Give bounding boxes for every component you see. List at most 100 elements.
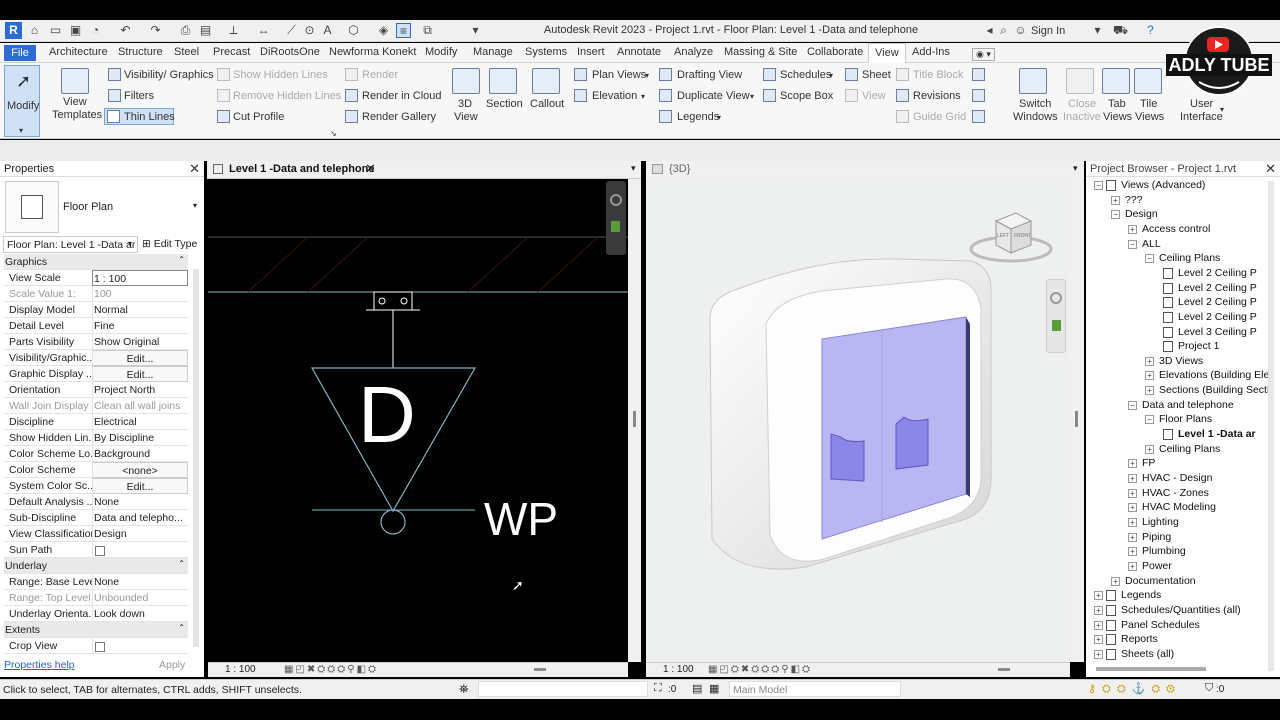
expand-node-icon[interactable]: +	[1145, 444, 1154, 454]
property-edit-button[interactable]: Edit...	[92, 350, 188, 366]
expand-node-icon[interactable]: +	[1094, 591, 1103, 601]
3d-view-ribbon-icon[interactable]	[452, 68, 480, 94]
browser-view-item[interactable]: Level 1 -Data ar	[1178, 428, 1256, 440]
view1-tab-close-icon[interactable]: ✕	[365, 161, 376, 177]
expand-node-icon[interactable]: +	[1128, 503, 1137, 513]
switch-windows-icon[interactable]	[1019, 68, 1047, 94]
view-templates-icon[interactable]	[61, 68, 89, 94]
property-value[interactable]: Fine	[92, 318, 188, 334]
view2-control-icons[interactable]: ▦◰⛭✖⛭⛭⛭⚲◧⛭	[708, 664, 812, 675]
browser-tree-node[interactable]: Documentation	[1125, 575, 1196, 587]
property-value[interactable]: 1 : 100	[92, 270, 188, 286]
collapse-node-icon[interactable]: −	[1128, 400, 1137, 410]
worksets-icon[interactable]: ⛯	[459, 682, 469, 697]
help-icon[interactable]: ?	[1143, 23, 1158, 38]
property-value[interactable]: By Discipline	[92, 430, 188, 446]
tab-insert[interactable]: Insert	[577, 46, 605, 58]
property-section-header[interactable]: Underlay ⌃	[4, 558, 188, 574]
browser-tree-node[interactable]: ???	[1125, 194, 1143, 206]
cart-icon[interactable]: ⛟	[1113, 23, 1128, 38]
tab-newforma-konekt[interactable]: Newforma Konekt	[329, 46, 416, 58]
expand-node-icon[interactable]: +	[1094, 635, 1103, 645]
collapse-node-icon[interactable]: −	[1111, 210, 1120, 220]
matchline-icon[interactable]	[972, 68, 985, 81]
account-dropdown-icon[interactable]: ▾	[1090, 23, 1105, 38]
instance-selector[interactable]: Floor Plan: Level 1 -Data ar	[3, 236, 138, 253]
property-checkbox[interactable]	[92, 638, 188, 654]
property-value[interactable]: Background	[92, 446, 188, 462]
tab-dirootsone[interactable]: DiRootsOne	[260, 46, 320, 58]
tab-file[interactable]: File	[4, 45, 36, 61]
plan-views-button[interactable]: Plan Views	[592, 69, 646, 82]
title-block-button[interactable]: Title Block	[913, 69, 963, 82]
property-value[interactable]: Electrical	[92, 414, 188, 430]
expand-node-icon[interactable]: +	[1094, 620, 1103, 630]
expand-node-icon[interactable]: +	[1145, 371, 1154, 381]
sheet-button[interactable]: Sheet	[862, 69, 891, 82]
view2-tab-label[interactable]: {3D}	[669, 163, 690, 175]
view1-h-scrollbar[interactable]	[534, 668, 546, 671]
collapse-node-icon[interactable]: −	[1094, 181, 1103, 190]
property-value[interactable]: None	[92, 494, 188, 510]
project-browser-h-scrollbar[interactable]	[1096, 667, 1206, 671]
expand-node-icon[interactable]: +	[1094, 649, 1103, 659]
browser-view-item[interactable]: Level 2 Ceiling P	[1178, 282, 1257, 294]
tab-manage[interactable]: Manage	[473, 46, 513, 58]
project-browser-scrollbar[interactable]	[1268, 181, 1274, 671]
tab-view[interactable]: View	[868, 43, 906, 63]
render-in-cloud-button[interactable]: Render in Cloud	[362, 90, 442, 103]
view2-zoom-icon[interactable]	[1052, 320, 1061, 331]
visibility-graphics-button[interactable]: Visibility/ Graphics	[124, 69, 214, 82]
sign-in-link[interactable]: Sign In	[1031, 25, 1065, 37]
properties-scrollbar[interactable]	[193, 269, 199, 647]
zoom-icon[interactable]	[611, 221, 620, 232]
property-value[interactable]: Normal	[92, 302, 188, 318]
browser-tree-node[interactable]: Legends	[1121, 589, 1161, 601]
switch-windows-label-2[interactable]: Windows	[1013, 111, 1058, 124]
browser-tree-node[interactable]: Ceiling Plans	[1159, 252, 1220, 264]
property-section-header[interactable]: Graphics ⌃	[4, 254, 188, 270]
collapse-section-icon[interactable]: ⌃	[178, 255, 185, 264]
thin-lines-button[interactable]: Thin Lines	[104, 108, 175, 125]
browser-tree-node[interactable]: Panel Schedules	[1121, 619, 1200, 631]
browser-tree-node[interactable]: Plumbing	[1142, 545, 1186, 557]
show-hidden-lines-button[interactable]: Show Hidden Lines	[233, 69, 328, 82]
switch-windows-label-1[interactable]: Switch	[1019, 98, 1051, 111]
close-inactive-icon[interactable]	[1066, 68, 1094, 94]
property-section-header[interactable]: Extents ⌃	[4, 622, 188, 638]
3d-view-canvas[interactable]: LEFT FRONT	[646, 179, 1070, 662]
property-checkbox[interactable]	[92, 542, 188, 558]
browser-tree-node[interactable]: HVAC Modeling	[1142, 501, 1216, 513]
browser-tree-node[interactable]: Schedules/Quantities (all)	[1121, 604, 1241, 616]
tab-views-label-2[interactable]: Views	[1103, 111, 1132, 124]
property-value[interactable]: Project North	[92, 382, 188, 398]
property-value[interactable]: Design	[92, 526, 188, 542]
browser-tree-node[interactable]: Sections (Building Secti	[1159, 384, 1269, 396]
expand-node-icon[interactable]: +	[1128, 459, 1137, 469]
browser-view-item[interactable]: Level 2 Ceiling P	[1178, 311, 1257, 323]
ribbon-minimize-icon[interactable]: ◉ ▾	[972, 48, 995, 61]
duplicate-view-dropdown-icon[interactable]: ▾	[750, 90, 754, 103]
checkbox-box[interactable]	[95, 642, 105, 652]
callout-label[interactable]: Callout	[530, 98, 564, 111]
modify-button[interactable]: ➚ Modify ▾	[4, 65, 40, 137]
tag-label[interactable]: WP	[484, 492, 558, 546]
view1-scale[interactable]: 1 : 100	[225, 664, 256, 675]
property-value[interactable]: Clean all wall joins	[92, 398, 188, 414]
project-browser-close-icon[interactable]: ✕	[1265, 161, 1276, 177]
view2-steering-wheel-icon[interactable]	[1050, 292, 1062, 304]
browser-tree-node[interactable]: Ceiling Plans	[1159, 443, 1220, 455]
property-value[interactable]: Look down	[92, 606, 188, 622]
expand-node-icon[interactable]: +	[1111, 576, 1120, 586]
view2-tab-menu-icon[interactable]: ▾	[1073, 163, 1078, 174]
expand-node-icon[interactable]: +	[1128, 532, 1137, 542]
properties-close-icon[interactable]: ✕	[189, 161, 200, 177]
floor-plan-canvas[interactable]: D WP ➚	[208, 179, 628, 662]
expand-node-icon[interactable]: +	[1128, 474, 1137, 483]
browser-tree-node[interactable]: ALL	[1142, 238, 1161, 250]
tab-modify[interactable]: Modify	[425, 46, 457, 58]
property-value[interactable]: Data and telepho...	[92, 510, 188, 526]
filters-button[interactable]: Filters	[124, 90, 154, 103]
browser-tree-node[interactable]: Piping	[1142, 531, 1171, 543]
view1-control-icons[interactable]: ▦◰✖⛭⛭⛭⚲◧⛭	[284, 664, 378, 675]
